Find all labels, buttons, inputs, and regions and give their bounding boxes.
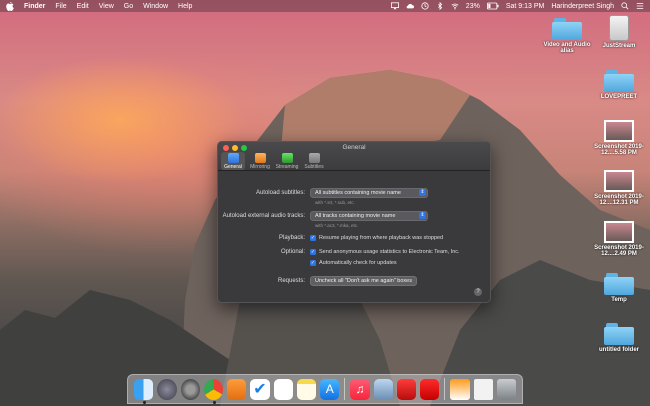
checkmark-icon: ✓ — [310, 235, 316, 241]
bluetooth-icon[interactable] — [436, 2, 444, 10]
subtitles-hint: with *.srt, *.sub, etc. — [315, 200, 355, 205]
menu-go[interactable]: Go — [124, 3, 133, 10]
menu-window[interactable]: Window — [143, 3, 168, 10]
help-button[interactable]: ? — [474, 288, 482, 296]
optional-label: Optional: — [280, 249, 305, 255]
autoload-audio-select[interactable]: All tracks containing movie name ⇕ — [310, 211, 428, 221]
desktop-icon-video-audio[interactable]: Video and Audio alias — [537, 18, 597, 54]
tab-streaming[interactable]: Streaming — [275, 152, 299, 170]
battery-percent: 23% — [465, 2, 480, 10]
document-icon[interactable] — [473, 378, 493, 400]
creative-cloud-icon[interactable] — [396, 378, 417, 400]
trash-icon[interactable] — [496, 378, 517, 400]
desktop-icon-screenshot-2[interactable]: Screenshot 2019-12....12.31 PM — [589, 170, 649, 206]
playback-label: Playback: — [278, 235, 305, 241]
drive-icon — [609, 15, 629, 41]
desktop-icon-screenshot-3[interactable]: Screenshot 2019-12....2.49 PM — [589, 221, 649, 257]
notes-icon[interactable] — [296, 378, 317, 400]
checkmark-icon: ✓ — [310, 249, 316, 255]
requests-label: Requests: — [277, 278, 305, 284]
folder-icon — [604, 273, 634, 295]
chevron-updown-icon: ⇕ — [419, 189, 426, 196]
menu-bar: Finder File Edit View Go Window Help 23%… — [0, 0, 650, 12]
cloud-icon[interactable] — [406, 2, 414, 10]
screenshot-icon — [604, 170, 634, 192]
checkmark-icon: ✓ — [310, 260, 316, 266]
autoload-subtitles-select[interactable]: All subtitles containing movie name ⇕ — [310, 188, 428, 198]
app-store-icon[interactable]: A — [320, 378, 340, 400]
menu-view[interactable]: View — [99, 3, 114, 10]
tab-mirroring[interactable]: Mirroring — [248, 152, 272, 170]
search-icon[interactable] — [621, 2, 629, 10]
check-updates-checkbox[interactable]: ✓ Automatically check for updates — [310, 260, 397, 266]
screen-mirroring-icon[interactable] — [390, 2, 399, 10]
chrome-icon[interactable] — [203, 378, 224, 404]
window-title: General — [342, 144, 366, 151]
reminders-icon[interactable] — [273, 378, 293, 400]
desktop-icon-screenshot-1[interactable]: Screenshot 2019-12....5.58 PM — [589, 120, 649, 156]
tasks-icon[interactable]: ✔ — [250, 378, 270, 400]
notification-center-icon[interactable] — [636, 2, 644, 10]
menu-clock[interactable]: Sat 9:13 PM — [506, 3, 545, 10]
window-titlebar[interactable]: General General Mirroring Streaming Subt… — [218, 142, 490, 171]
menu-app-finder[interactable]: Finder — [24, 3, 45, 10]
folder-icon — [604, 323, 634, 345]
autoload-subtitles-label: Autoload subtitles: — [255, 190, 305, 196]
launchpad-icon[interactable] — [157, 378, 177, 400]
dock-separator — [444, 378, 446, 400]
monitor-icon — [227, 153, 239, 163]
finder-icon[interactable] — [134, 378, 154, 404]
audio-hint: with *.ac3, *.mka, etc. — [315, 223, 359, 228]
screenshot-icon — [604, 120, 634, 142]
desktop-icon-juststream[interactable]: JustStream — [589, 15, 649, 49]
music-icon[interactable]: ♫ — [350, 378, 370, 400]
battery-icon[interactable] — [486, 2, 499, 10]
desktop-icon-untitled-folder[interactable]: untitled folder — [589, 323, 649, 353]
uncheck-dont-ask-button[interactable]: Uncheck all "Don't ask me again" boxes — [310, 276, 417, 286]
streaming-icon — [281, 153, 293, 163]
acrobat-icon[interactable] — [420, 378, 440, 400]
resume-playback-checkbox[interactable]: ✓ Resume playing from where playback was… — [310, 235, 443, 241]
apple-icon[interactable] — [6, 1, 14, 11]
menu-file[interactable]: File — [55, 3, 66, 10]
folder-icon — [552, 18, 582, 40]
system-preferences-icon[interactable] — [180, 378, 200, 400]
time-machine-icon[interactable] — [421, 2, 429, 10]
autoload-audio-label: Autoload external audio tracks: — [222, 213, 305, 219]
tab-general[interactable]: General — [221, 152, 245, 170]
vlc-icon[interactable] — [450, 378, 470, 400]
desktop-icon-lovepreet[interactable]: LOVEPREET — [589, 70, 649, 100]
preview-icon[interactable] — [373, 378, 393, 400]
send-statistics-checkbox[interactable]: ✓ Send anonymous usage statistics to Ele… — [310, 249, 460, 255]
preferences-window: General General Mirroring Streaming Subt… — [217, 141, 491, 303]
dock: ✔ A ♫ — [127, 374, 523, 404]
screenshot-icon — [604, 221, 634, 243]
sublime-icon[interactable] — [227, 378, 247, 400]
mirroring-icon — [254, 153, 266, 163]
tab-subtitles[interactable]: Subtitles — [302, 152, 326, 170]
wifi-icon[interactable] — [451, 2, 459, 10]
menu-help[interactable]: Help — [178, 3, 192, 10]
folder-icon — [604, 70, 634, 92]
menu-user[interactable]: Harinderpreet Singh — [551, 3, 614, 10]
desktop-icon-temp[interactable]: Temp — [589, 273, 649, 303]
subtitles-icon — [308, 153, 320, 163]
dock-separator — [344, 378, 346, 400]
chevron-updown-icon: ⇕ — [419, 212, 426, 219]
menu-edit[interactable]: Edit — [77, 3, 89, 10]
